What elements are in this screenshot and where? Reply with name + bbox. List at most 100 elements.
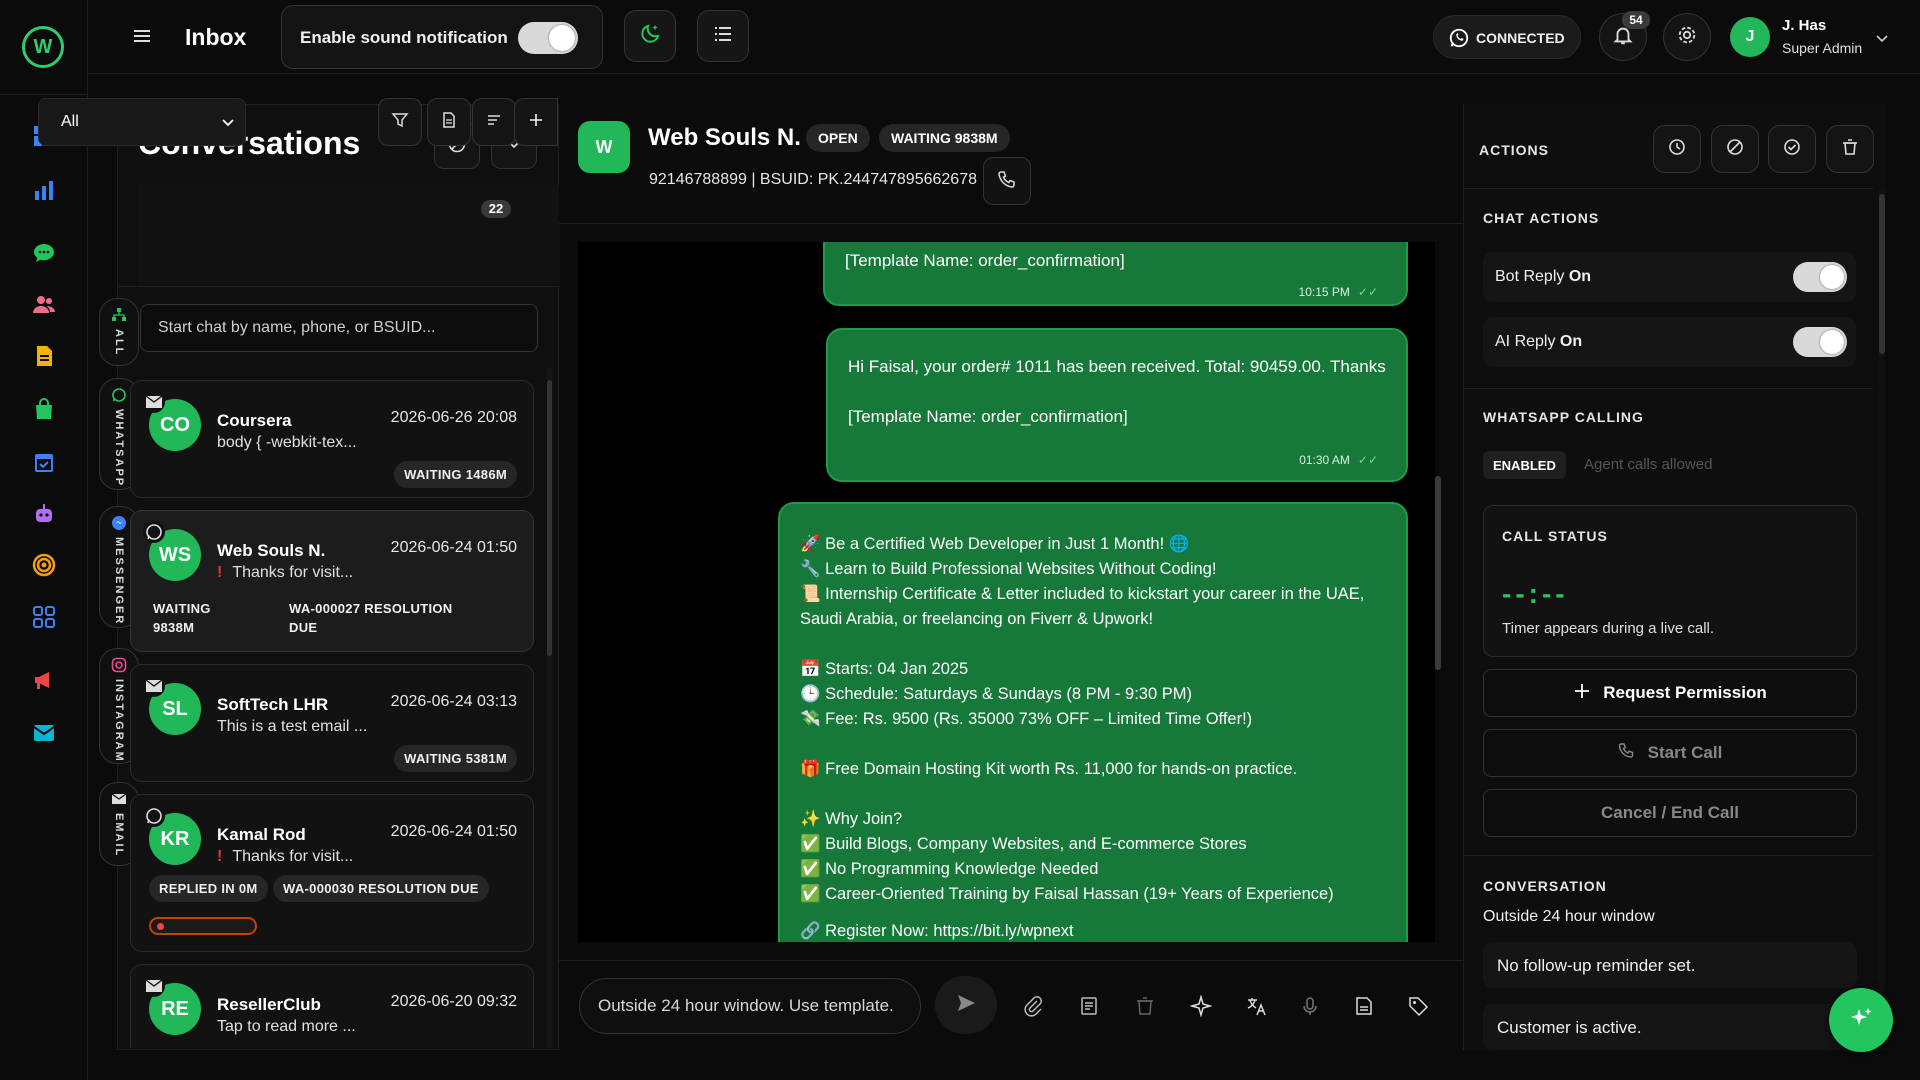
snooze-button[interactable] xyxy=(1653,125,1701,173)
resolution-badge: WA-000030 RESOLUTION DUE xyxy=(273,875,489,902)
tag-icon[interactable] xyxy=(1406,994,1430,1018)
delete-button[interactable] xyxy=(1826,125,1874,173)
ai-sparkle-icon[interactable] xyxy=(1189,994,1213,1018)
template-icon[interactable] xyxy=(1077,994,1101,1018)
channel-tab-label: EMAIL xyxy=(113,813,125,858)
ai-assistant-button[interactable] xyxy=(1829,988,1893,1052)
contacts-icon[interactable] xyxy=(32,292,56,316)
bot-reply-toggle[interactable] xyxy=(1793,262,1847,292)
channel-tab-label: INSTAGRAM xyxy=(113,679,125,763)
block-button[interactable] xyxy=(1711,125,1759,173)
list-item[interactable]: RE ResellerClub 2026-06-20 09:32 Tap to … xyxy=(130,964,534,1048)
conversation-filter-select[interactable]: All xyxy=(38,98,246,146)
conversation-section-title: CONVERSATION xyxy=(1483,878,1607,894)
list-scrollbar-thumb[interactable] xyxy=(547,380,552,656)
new-conversation-button[interactable] xyxy=(514,98,558,146)
status-badge: OPEN xyxy=(806,124,870,152)
filter-icon xyxy=(391,111,409,134)
list-item[interactable]: CO Coursera 2026-06-26 20:08 body { -web… xyxy=(130,380,534,498)
status-badge: WAITING 1486M xyxy=(394,461,517,488)
message-line: 🕒 Schedule: Saturdays & Sundays (8 PM - … xyxy=(800,685,1192,703)
sla-progress-bar xyxy=(149,917,257,935)
megaphone-icon[interactable] xyxy=(32,668,56,692)
analytics-icon[interactable] xyxy=(32,178,56,202)
app-logo[interactable]: W xyxy=(22,26,64,68)
send-icon xyxy=(955,992,977,1019)
contact-name: Web Souls N. xyxy=(217,541,326,560)
phone-icon xyxy=(997,169,1017,194)
cancel-call-label: Cancel / End Call xyxy=(1601,803,1739,822)
ai-reply-label: AI Reply On xyxy=(1495,333,1582,351)
list-icon xyxy=(711,22,735,51)
toggle-knob xyxy=(1820,265,1844,289)
night-mode-button[interactable] xyxy=(624,10,676,62)
menu-icon[interactable] xyxy=(132,26,152,46)
message-line: ✨ Why Join? xyxy=(800,810,903,828)
conversation-count-badge: 22 xyxy=(481,200,511,218)
ai-reply-row: AI Reply On xyxy=(1483,317,1856,367)
trash-icon[interactable] xyxy=(1133,994,1157,1018)
mail-send-icon[interactable] xyxy=(32,721,56,745)
search-input[interactable]: Start chat by name, phone, or BSUID... xyxy=(140,304,538,352)
list-item[interactable]: KR Kamal Rod 2026-06-24 01:50 ! Thanks fo… xyxy=(130,794,534,952)
calendar-icon[interactable] xyxy=(32,450,56,474)
documents-icon[interactable] xyxy=(32,344,56,368)
sort-button[interactable] xyxy=(472,98,516,146)
microphone-icon[interactable] xyxy=(1298,994,1322,1018)
reminder-row[interactable]: No follow-up reminder set. xyxy=(1483,942,1857,988)
document-icon xyxy=(440,111,458,134)
bot-icon[interactable] xyxy=(32,502,56,526)
channel-tab-all[interactable]: ALL xyxy=(99,298,139,366)
notes-icon[interactable] xyxy=(1352,994,1376,1018)
call-button[interactable] xyxy=(983,157,1031,205)
translate-icon[interactable] xyxy=(1244,994,1268,1018)
request-permission-button[interactable]: Request Permission xyxy=(1483,669,1857,717)
send-button[interactable] xyxy=(935,976,997,1034)
message-line: 📜 Internship Certificate & Letter includ… xyxy=(800,585,1365,628)
actions-scrollbar-thumb[interactable] xyxy=(1879,194,1885,354)
chevron-down-icon xyxy=(221,115,235,129)
notes-button[interactable] xyxy=(427,98,471,146)
timestamp: 2026-06-24 03:13 xyxy=(390,693,517,710)
conversation-list: CO Coursera 2026-06-26 20:08 body { -web… xyxy=(130,368,534,1048)
message-preview: ! Thanks for visit... xyxy=(217,564,353,582)
conversation-window-note: Outside 24 hour window xyxy=(1483,908,1655,925)
chat-icon[interactable] xyxy=(32,241,56,265)
cancel-call-button[interactable]: Cancel / End Call xyxy=(1483,789,1857,837)
settings-button[interactable] xyxy=(1663,13,1711,61)
shopping-bag-icon[interactable] xyxy=(32,397,56,421)
target-icon[interactable] xyxy=(32,553,56,577)
resolution-badge: WA-000027 RESOLUTION DUE xyxy=(289,601,453,635)
resolve-button[interactable] xyxy=(1768,125,1816,173)
customer-status-row: Customer is active. xyxy=(1483,1004,1857,1050)
tree-icon xyxy=(111,307,127,323)
apps-grid-icon[interactable] xyxy=(32,605,56,629)
attach-icon[interactable] xyxy=(1021,994,1045,1018)
alert-icon: ! xyxy=(217,848,223,865)
list-view-button[interactable] xyxy=(697,10,749,62)
ai-reply-toggle[interactable] xyxy=(1793,327,1847,357)
toggle-knob xyxy=(1820,330,1844,354)
start-call-button[interactable]: Start Call xyxy=(1483,729,1857,777)
clock-icon xyxy=(1668,138,1686,161)
message-line: ✅ Career-Oriented Training by Faisal Has… xyxy=(800,885,1334,903)
email-icon xyxy=(111,791,127,807)
request-permission-label: Request Permission xyxy=(1603,683,1767,702)
list-item[interactable]: SL SoftTech LHR 2026-06-24 03:13 This is… xyxy=(130,664,534,782)
promo-message-body: 🚀 Be a Certified Web Developer in Just 1… xyxy=(800,532,1390,942)
message-preview: This is a test email ... xyxy=(217,718,368,735)
chevron-down-icon[interactable] xyxy=(1874,30,1890,46)
message-time: 01:30 AM ✓✓ xyxy=(1299,448,1378,473)
message-input[interactable]: Outside 24 hour window. Use template. xyxy=(579,978,921,1034)
message-time: 10:15 PM ✓✓ xyxy=(1299,280,1378,305)
message-thread: [Template Name: order_confirmation] 10:1… xyxy=(578,242,1440,942)
list-item[interactable]: WS Web Souls N. 2026-06-24 01:50 ! Thanks… xyxy=(130,510,534,652)
user-avatar[interactable]: J xyxy=(1730,17,1770,57)
bot-reply-label: Bot Reply On xyxy=(1495,268,1591,286)
thread-scrollbar-thumb[interactable] xyxy=(1435,476,1441,670)
filter-button[interactable] xyxy=(378,98,422,146)
sound-notification-toggle[interactable] xyxy=(518,22,578,54)
connection-status-badge: CONNECTED xyxy=(1433,15,1581,59)
